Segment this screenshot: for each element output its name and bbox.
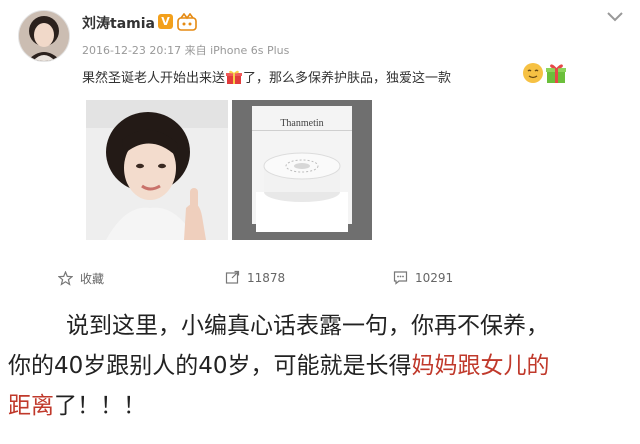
repost-button[interactable]: 11878 (225, 270, 285, 285)
smile-emoji-icon (522, 62, 544, 88)
caption-line-2-highlight: 妈妈跟女儿的 (411, 353, 550, 379)
caption-line-1: 说到这里，小编真心话表露一句，你再不保养， (66, 313, 549, 339)
post-text-part1: 果然圣诞老人开始出来送 (82, 71, 226, 86)
comment-count: 10291 (415, 270, 454, 285)
favorite-button[interactable]: 收藏 (58, 270, 104, 287)
avatar[interactable] (18, 10, 70, 62)
chevron-down-icon[interactable] (606, 8, 624, 22)
gift-emoji-icon (225, 69, 243, 85)
member-icon (177, 12, 197, 31)
post-timestamp: 2016-12-23 20:17 (82, 44, 182, 57)
star-icon (58, 271, 73, 286)
gift-box-emoji-icon (544, 62, 568, 88)
caption-line-2-plain: 你的40岁跟别人的40岁，可能就是长得 (8, 353, 412, 379)
product-photo[interactable]: Thanmetin (232, 100, 372, 240)
repost-icon (225, 270, 240, 284)
caption-line-3-highlight: 距离 (8, 393, 54, 419)
product-brand-label: Thanmetin (280, 118, 323, 129)
post-meta: 2016-12-23 20:17 来自 iPhone 6s Plus (82, 42, 289, 58)
comment-icon (393, 271, 408, 285)
favorite-label: 收藏 (80, 272, 105, 286)
comment-button[interactable]: 10291 (393, 270, 453, 285)
post-action-bar: 收藏 11878 10291 (0, 262, 640, 296)
caption-line-3-plain: 了！！！ (54, 393, 146, 419)
username[interactable]: 刘涛tamia (82, 13, 155, 33)
selfie-photo[interactable] (86, 100, 228, 240)
post-text: 果然圣诞老人开始出来送 了，那么多保养护肤品，独爱这一款 (82, 67, 451, 86)
post-text-part2: 了，那么多保养护肤品，独爱这一款 (243, 71, 452, 86)
caption-line-2: 你的40岁跟别人的40岁，可能就是长得妈妈跟女儿的 (8, 348, 550, 384)
weibo-post: 刘涛tamia V 2016-12-23 20:17 来自 iPhone 6s … (0, 0, 640, 290)
repost-count: 11878 (247, 270, 286, 285)
post-source[interactable]: 来自 iPhone 6s Plus (185, 44, 290, 57)
caption-line-3: 距离了！！！ (8, 388, 146, 424)
verified-badge-icon: V (158, 14, 173, 29)
